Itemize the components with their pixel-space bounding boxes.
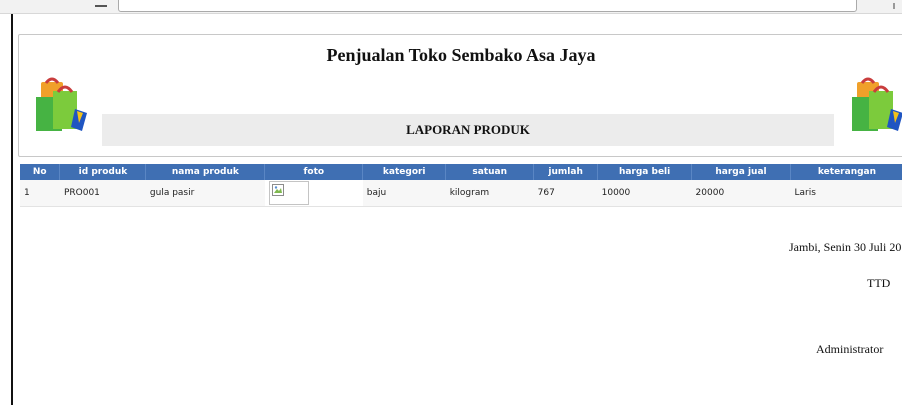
cell-satuan: kilogram bbox=[445, 180, 534, 207]
cell-foto bbox=[264, 180, 363, 207]
toolbar-edge-icon bbox=[893, 3, 895, 9]
address-bar[interactable] bbox=[118, 0, 857, 12]
column-header-no: No bbox=[20, 164, 61, 180]
report-title: Penjualan Toko Sembako Asa Jaya bbox=[326, 45, 596, 65]
shopping-bags-icon bbox=[36, 77, 87, 131]
place-date: Jambi, Senin 30 Juli 201 bbox=[789, 240, 902, 254]
cell-harga-jual: 20000 bbox=[691, 180, 791, 207]
table-row: 1 PRO001 gula pasir baju kilogram 767 10… bbox=[20, 180, 902, 207]
table-header-row: No id produk nama produk foto kategori s… bbox=[20, 164, 902, 180]
cell-nama-produk: gula pasir bbox=[145, 180, 265, 207]
column-header-harga-jual: harga jual bbox=[691, 164, 791, 180]
cell-id-produk: PRO001 bbox=[59, 180, 146, 207]
cell-keterangan: Laris bbox=[790, 180, 902, 207]
signer-name: Administrator bbox=[816, 342, 884, 356]
menu-icon[interactable] bbox=[95, 5, 107, 7]
cell-no: 1 bbox=[20, 180, 60, 207]
report-header: Penjualan Toko Sembako Asa Jaya LAPORAN … bbox=[18, 34, 902, 157]
signature-label: TTD bbox=[867, 276, 891, 290]
shopping-bags-icon bbox=[852, 77, 902, 131]
product-photo bbox=[268, 181, 309, 205]
broken-image-icon bbox=[271, 184, 284, 196]
report-subtitle: LAPORAN PRODUK bbox=[406, 122, 530, 137]
column-header-keterangan: keterangan bbox=[790, 164, 902, 180]
column-header-nama-produk: nama produk bbox=[145, 164, 266, 180]
report-subtitle-bar: LAPORAN PRODUK bbox=[102, 114, 834, 146]
product-table: No id produk nama produk foto kategori s… bbox=[20, 164, 902, 207]
column-header-harga-beli: harga beli bbox=[597, 164, 693, 180]
column-header-jumlah: jumlah bbox=[533, 164, 599, 180]
cell-harga-beli: 10000 bbox=[597, 180, 692, 207]
column-header-foto: foto bbox=[264, 164, 364, 180]
column-header-satuan: satuan bbox=[445, 164, 535, 180]
browser-toolbar bbox=[0, 0, 902, 14]
cell-jumlah: 767 bbox=[533, 180, 598, 207]
cell-kategori: baju bbox=[362, 180, 446, 207]
column-header-id-produk: id produk bbox=[59, 164, 147, 180]
column-header-kategori: kategori bbox=[362, 164, 447, 180]
page-content: Penjualan Toko Sembako Asa Jaya LAPORAN … bbox=[11, 14, 902, 405]
